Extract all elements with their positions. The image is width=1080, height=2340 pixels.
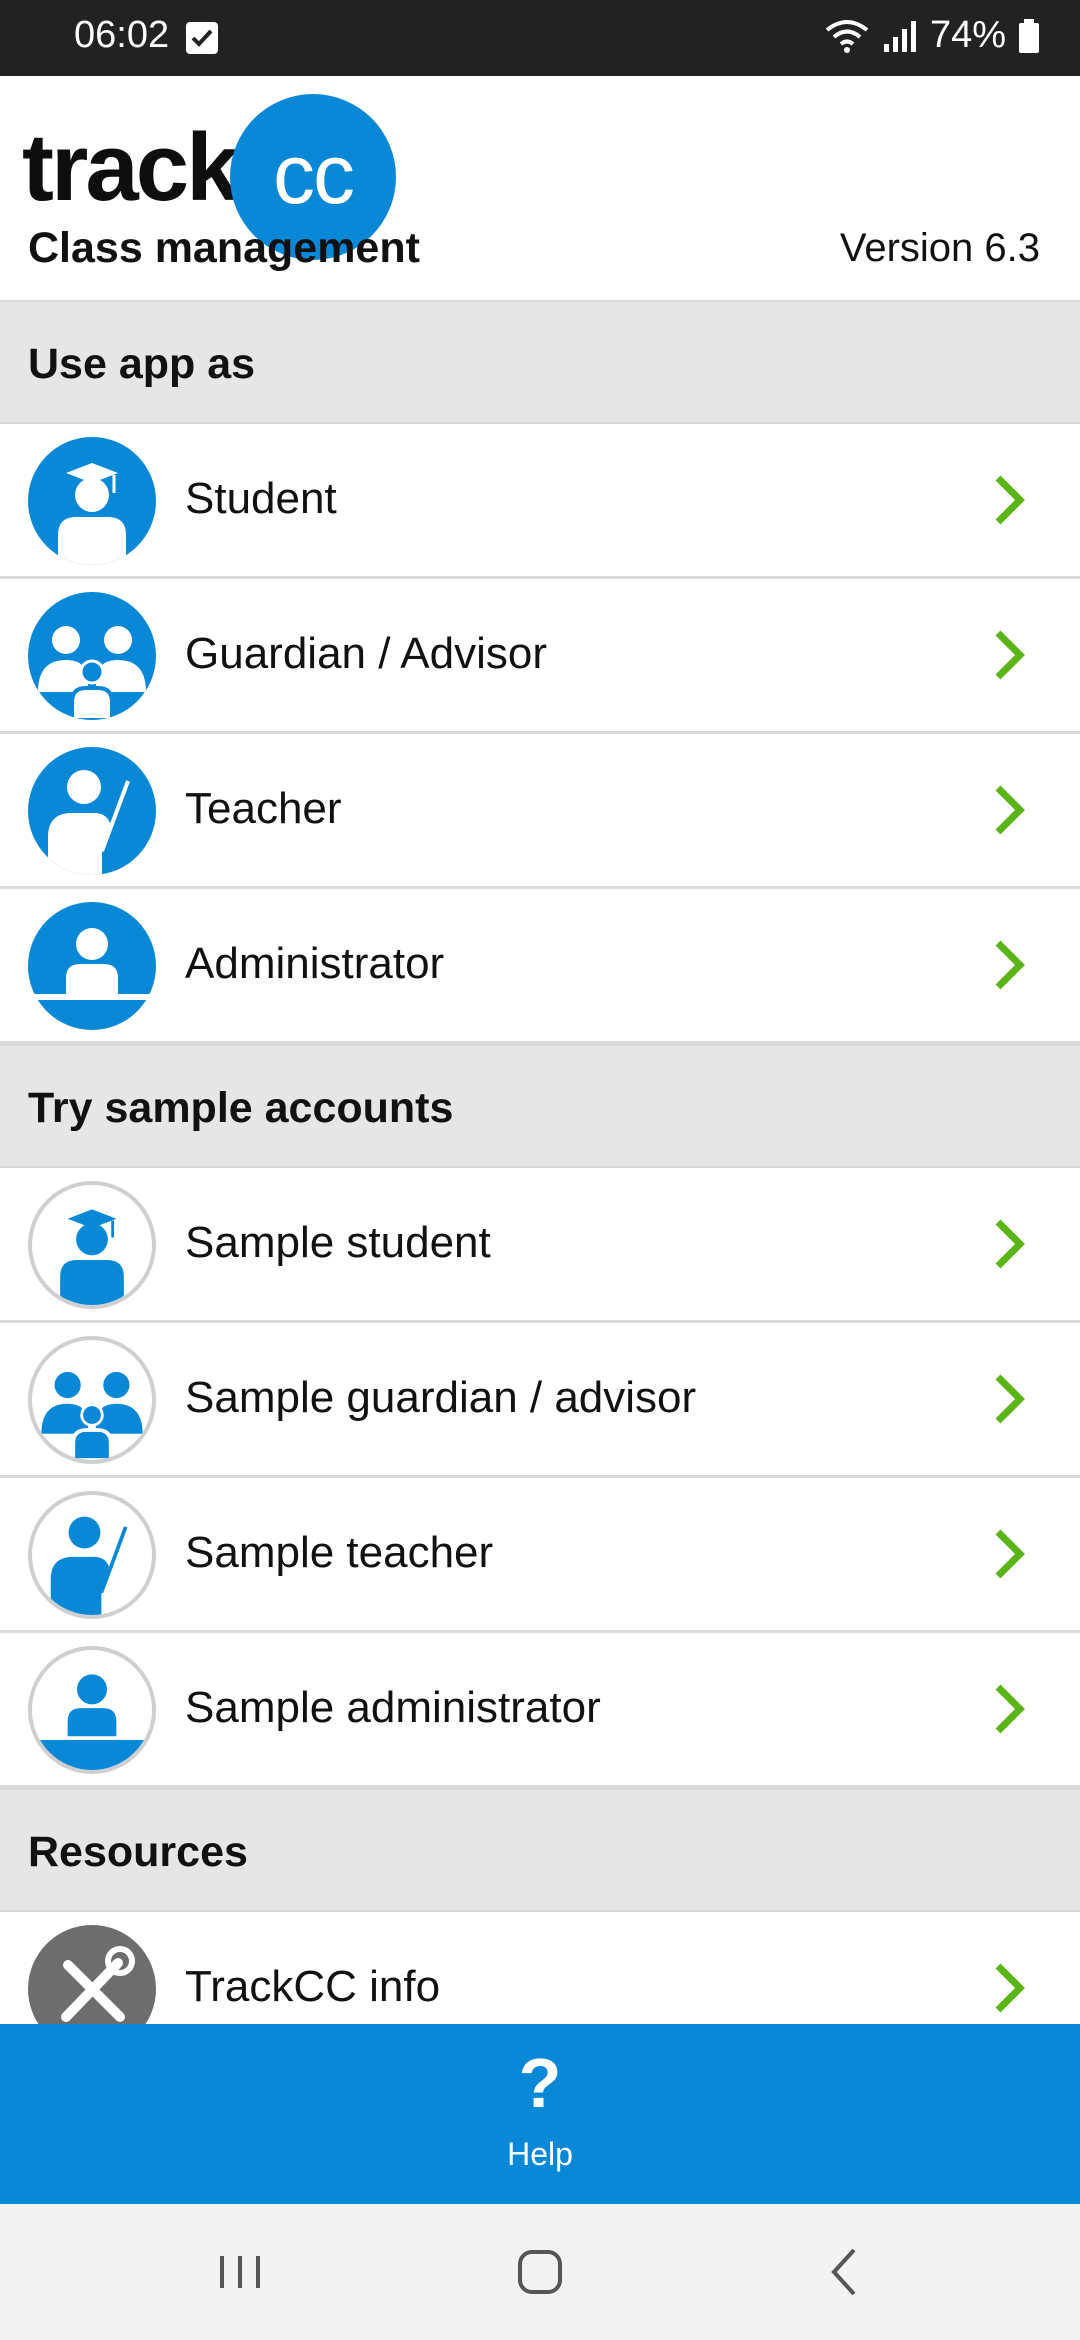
home-icon[interactable] bbox=[510, 2242, 570, 2302]
help-button[interactable]: ? Help bbox=[0, 2024, 1080, 2204]
battery-percent: 74% bbox=[929, 14, 1006, 56]
section-header-try-sample-accounts: Try sample accounts bbox=[0, 1044, 1080, 1168]
section-title: Use app as bbox=[28, 340, 256, 388]
list-item-teacher[interactable]: Teacher bbox=[0, 734, 1080, 889]
guardian-icon bbox=[28, 592, 156, 720]
page-title: Class management bbox=[28, 224, 420, 272]
administrator-icon bbox=[28, 902, 156, 1030]
list-item-label: Student bbox=[185, 474, 337, 523]
list-item-sample-administrator[interactable]: Sample administrator bbox=[0, 1633, 1080, 1788]
list-item-label: Guardian / Advisor bbox=[185, 629, 547, 678]
app-header: track cc Class management Version 6.3 bbox=[0, 76, 1080, 300]
help-label: Help bbox=[507, 2136, 573, 2172]
chevron-right-icon bbox=[995, 1684, 1025, 1734]
list-item-sample-guardian-advisor[interactable]: Sample guardian / advisor bbox=[0, 1323, 1080, 1478]
student-icon bbox=[28, 1181, 156, 1309]
logo-text: track bbox=[22, 114, 239, 221]
chevron-right-icon bbox=[995, 630, 1025, 680]
teacher-icon bbox=[28, 747, 156, 875]
list-item-label: TrackCC info bbox=[185, 1962, 441, 2011]
list-item-guardian-advisor[interactable]: Guardian / Advisor bbox=[0, 579, 1080, 734]
chevron-right-icon bbox=[995, 1963, 1025, 2013]
section-title: Try sample accounts bbox=[28, 1084, 454, 1132]
student-icon bbox=[28, 437, 156, 565]
list-item-student[interactable]: Student bbox=[0, 424, 1080, 579]
battery-icon bbox=[1019, 18, 1039, 53]
administrator-icon bbox=[28, 1646, 156, 1774]
list-item-sample-teacher[interactable]: Sample teacher bbox=[0, 1478, 1080, 1633]
list-item-administrator[interactable]: Administrator bbox=[0, 889, 1080, 1044]
notification-check-icon bbox=[186, 22, 218, 54]
list-item-label: Administrator bbox=[185, 939, 445, 988]
list-item-label: Sample administrator bbox=[185, 1683, 601, 1732]
list-item-sample-student[interactable]: Sample student bbox=[0, 1168, 1080, 1323]
section-header-use-app-as: Use app as bbox=[0, 300, 1080, 424]
chevron-right-icon bbox=[995, 1374, 1025, 1424]
chevron-right-icon bbox=[995, 785, 1025, 835]
guardian-icon bbox=[28, 1336, 156, 1464]
status-indicators: 74% bbox=[824, 14, 1040, 57]
recent-apps-icon[interactable] bbox=[210, 2242, 270, 2302]
chevron-right-icon bbox=[995, 940, 1025, 990]
wifi-icon bbox=[825, 19, 869, 53]
logo-circle-text: cc bbox=[273, 127, 355, 221]
chevron-right-icon bbox=[995, 475, 1025, 525]
list-item-label: Teacher bbox=[185, 784, 342, 833]
teacher-icon bbox=[28, 1491, 156, 1619]
help-icon: ? bbox=[518, 2044, 562, 2122]
chevron-right-icon bbox=[995, 1529, 1025, 1579]
status-time: 06:02 bbox=[74, 14, 170, 56]
list-item-label: Sample teacher bbox=[185, 1528, 494, 1577]
system-navigation-bar bbox=[0, 2204, 1080, 2340]
list-item-label: Sample student bbox=[185, 1218, 491, 1267]
version-label: Version 6.3 bbox=[839, 226, 1040, 270]
list-item-label: Sample guardian / advisor bbox=[185, 1373, 697, 1422]
back-icon[interactable] bbox=[816, 2242, 876, 2302]
section-header-resources: Resources bbox=[0, 1788, 1080, 1912]
chevron-right-icon bbox=[995, 1219, 1025, 1269]
status-bar: 06:02 74% bbox=[0, 0, 1080, 76]
section-title: Resources bbox=[28, 1828, 248, 1876]
signal-icon bbox=[883, 20, 916, 52]
